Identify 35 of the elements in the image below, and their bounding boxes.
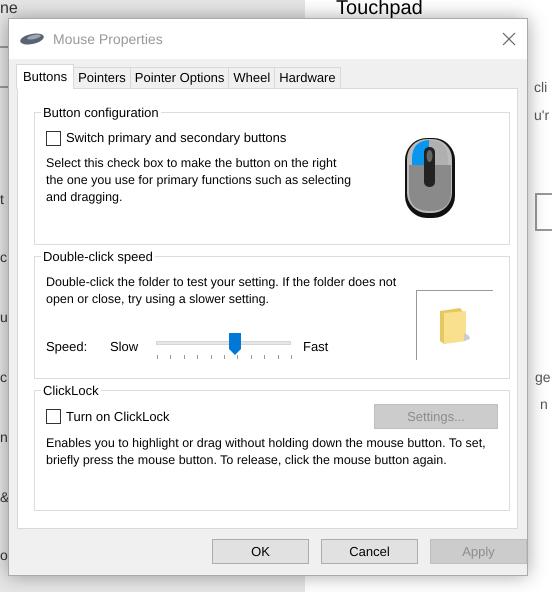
settings-text: c [0,250,7,264]
settings-text: u'r [534,108,550,122]
settings-text: ge [535,370,551,384]
settings-text: u [0,310,8,324]
checkbox[interactable] [46,409,61,424]
settings-text: & [0,490,10,504]
checkbox-label: Turn on ClickLock [66,408,170,424]
tab[interactable]: Hardware [274,67,341,88]
slider-label: Fast [303,338,328,356]
description-text: Select this check box to make the button on the right the one you use for primary functions such as selecting and dragging. [46,155,352,206]
description-text: Double-click the folder to test your setting. If the folder does not open or close, try using a slower setting. [46,274,398,308]
settings-text: c [0,370,7,384]
folder-test-area[interactable] [416,290,493,360]
settings-text: n [0,430,8,444]
checkbox-label: Switch primary and secondary buttons [66,130,286,146]
settings-text: ne [0,1,18,17]
settings-text: o [0,548,8,562]
dialog-button[interactable]: Cancel [321,539,418,564]
speed-label: Speed: [46,338,88,356]
group-label: Button configuration [41,105,161,120]
description-text: Enables you to highlight or drag without holding down the mouse button. To set, briefly press the mouse button. To release, click the mouse button again. [46,435,487,469]
settings-text: n [540,397,548,411]
group-label: Double-click speed [41,249,155,264]
group-label: ClickLock [41,383,101,398]
window-title: Mouse Properties [53,30,164,49]
slider-label: Slow [110,338,140,356]
settings-text: cli [534,80,548,94]
mouse-icon [404,137,456,219]
slider-thumb[interactable] [229,333,242,355]
settings-text: t [0,192,4,206]
tab[interactable]: Pointer Options [130,67,230,88]
tab[interactable]: Buttons [16,64,74,89]
checkbox[interactable] [46,130,61,146]
dialog-button[interactable]: OK [212,539,309,564]
mouse-icon [19,33,45,45]
